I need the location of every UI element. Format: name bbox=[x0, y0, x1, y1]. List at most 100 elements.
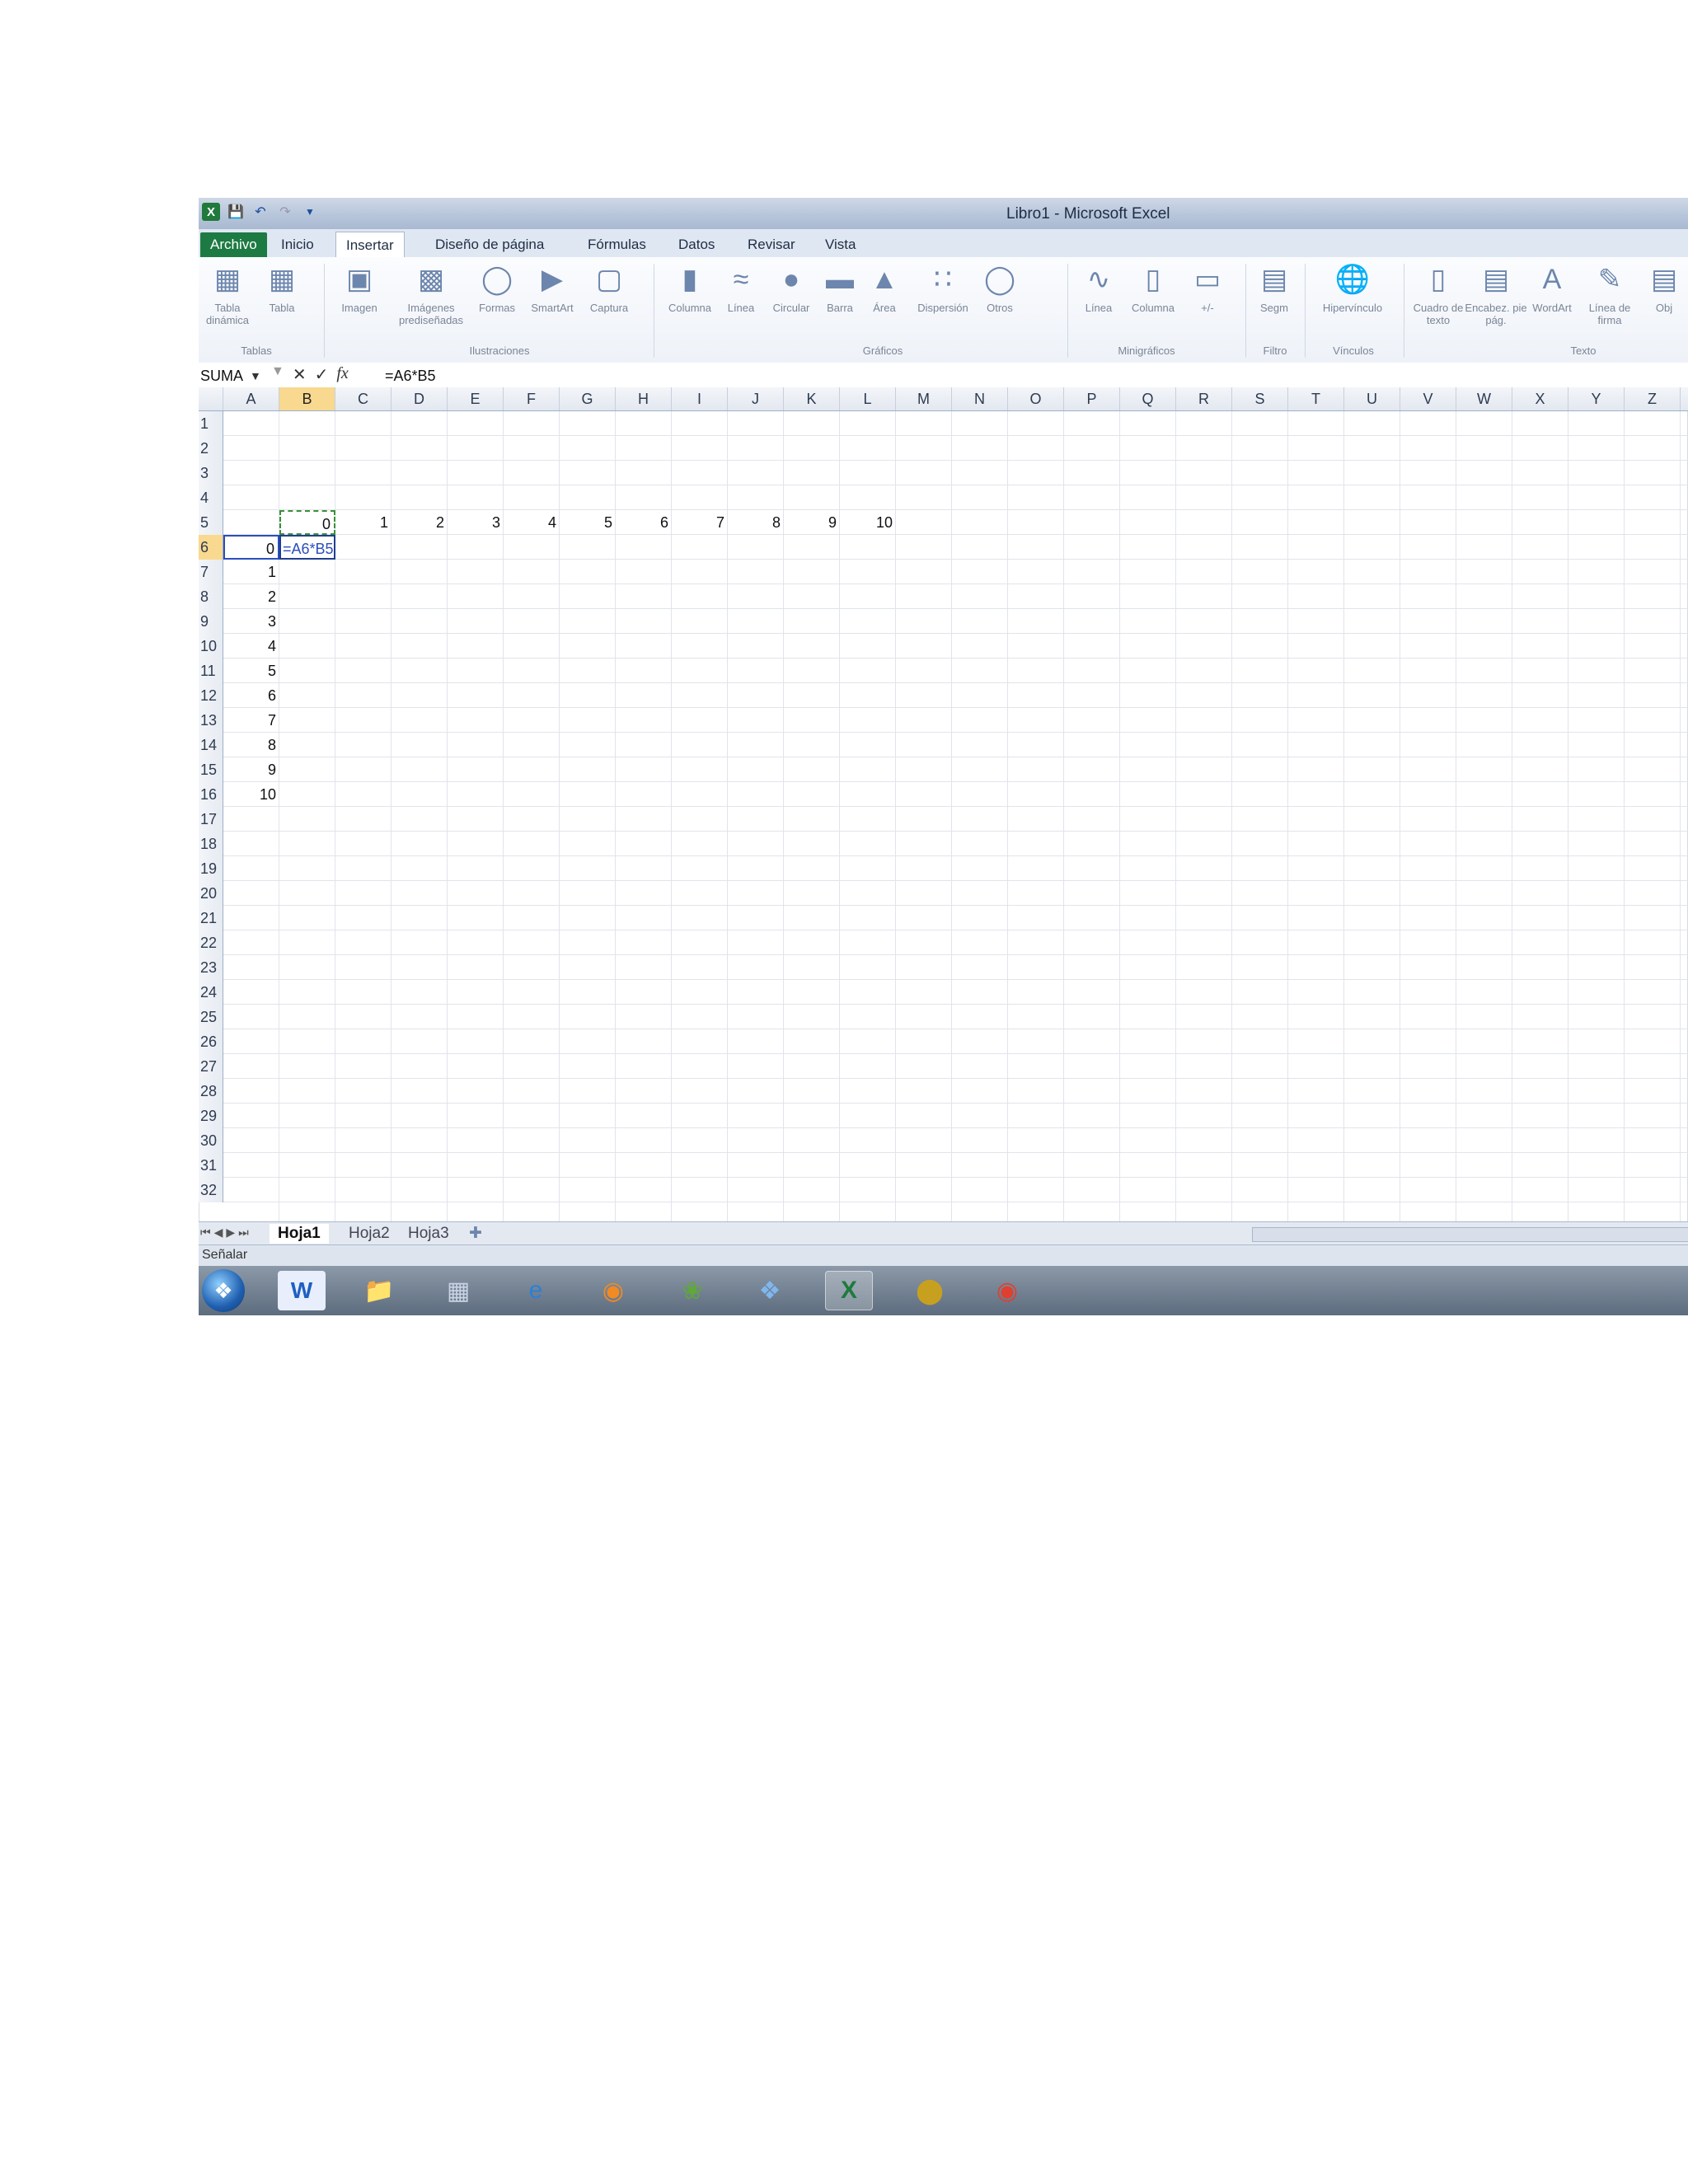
cell-a11[interactable]: 5 bbox=[223, 658, 279, 683]
row-header[interactable]: 13 bbox=[199, 708, 223, 733]
clipart-button[interactable]: ▩ Imágenes prediseñadas bbox=[390, 260, 472, 326]
row-header[interactable]: 5 bbox=[199, 510, 223, 535]
cell-h5[interactable]: 6 bbox=[616, 510, 672, 535]
column-header-b[interactable]: B bbox=[279, 387, 335, 410]
tab-inicio[interactable]: Inicio bbox=[271, 233, 324, 256]
word-icon[interactable]: W bbox=[278, 1271, 326, 1310]
slicer-button[interactable]: ▤ Segm bbox=[1249, 260, 1300, 314]
select-all-corner[interactable] bbox=[199, 387, 223, 410]
textbox-button[interactable]: ▯ Cuadro de texto bbox=[1407, 260, 1470, 326]
other-charts-button[interactable]: ◯ Otros bbox=[975, 260, 1025, 314]
column-header-g[interactable]: G bbox=[560, 387, 616, 410]
row-header[interactable]: 12 bbox=[199, 683, 223, 708]
row-header[interactable]: 32 bbox=[199, 1178, 223, 1202]
column-header-o[interactable]: O bbox=[1008, 387, 1064, 410]
hyperlink-button[interactable]: 🌐 Hipervínculo bbox=[1308, 260, 1397, 314]
column-header-p[interactable]: P bbox=[1064, 387, 1120, 410]
insert-function-icon[interactable]: fx bbox=[336, 364, 348, 385]
column-header-r[interactable]: R bbox=[1176, 387, 1232, 410]
area-chart-button[interactable]: ▲ Área bbox=[860, 260, 909, 315]
undo-icon[interactable]: ↶ bbox=[251, 203, 270, 221]
object-button[interactable]: ▤ Obj bbox=[1639, 260, 1688, 314]
row-header[interactable]: 18 bbox=[199, 832, 223, 856]
cell-g5[interactable]: 5 bbox=[560, 510, 616, 535]
cell-j5[interactable]: 8 bbox=[728, 510, 784, 535]
tab-diseno-de-pagina[interactable]: Diseño de página bbox=[425, 233, 554, 256]
row-header[interactable]: 7 bbox=[199, 560, 223, 584]
column-header-k[interactable]: K bbox=[784, 387, 840, 410]
row-header[interactable]: 25 bbox=[199, 1005, 223, 1029]
customize-qat-icon[interactable]: ▼ bbox=[301, 203, 319, 221]
column-header-d[interactable]: D bbox=[392, 387, 448, 410]
function-dropdown-icon[interactable]: ▼ bbox=[271, 364, 284, 385]
row-header[interactable]: 10 bbox=[199, 634, 223, 658]
row-header[interactable]: 23 bbox=[199, 955, 223, 980]
row-header[interactable]: 1 bbox=[199, 411, 223, 436]
row-header[interactable]: 24 bbox=[199, 980, 223, 1005]
insert-sheet-icon[interactable]: ✚ bbox=[461, 1224, 490, 1244]
pie-chart-button[interactable]: ● Circular bbox=[762, 260, 820, 315]
row-header[interactable]: 15 bbox=[199, 757, 223, 782]
row-header[interactable]: 17 bbox=[199, 807, 223, 832]
media-icon[interactable]: ◉ bbox=[589, 1271, 637, 1310]
sparkline-line-button[interactable]: ∿ Línea bbox=[1072, 260, 1125, 314]
row-header[interactable]: 22 bbox=[199, 930, 223, 955]
pivot-table-button[interactable]: ▦ Tabla dinámica bbox=[199, 260, 256, 326]
column-header-w[interactable]: W bbox=[1456, 387, 1512, 410]
row-header[interactable]: 19 bbox=[199, 856, 223, 881]
column-header-j[interactable]: J bbox=[728, 387, 784, 410]
dropbox-icon[interactable]: ❖ bbox=[746, 1271, 794, 1310]
row-header[interactable]: 3 bbox=[199, 461, 223, 485]
formula-input[interactable]: =A6*B5 bbox=[385, 366, 436, 386]
column-chart-button[interactable]: ▮ Columna bbox=[659, 260, 721, 314]
excel-icon[interactable]: X bbox=[825, 1271, 873, 1310]
column-header-e[interactable]: E bbox=[448, 387, 504, 410]
chrome-icon[interactable]: ◉ bbox=[983, 1271, 1031, 1310]
column-header-u[interactable]: U bbox=[1344, 387, 1400, 410]
column-header-v[interactable]: V bbox=[1400, 387, 1456, 410]
cell-k5[interactable]: 9 bbox=[784, 510, 840, 535]
sheet-tab-hoja1[interactable]: Hoja1 bbox=[270, 1224, 329, 1244]
row-header[interactable]: 14 bbox=[199, 733, 223, 757]
active-cell-b6[interactable]: =A6*B5 bbox=[279, 535, 335, 560]
row-header[interactable]: 31 bbox=[199, 1153, 223, 1178]
row-header[interactable]: 29 bbox=[199, 1104, 223, 1128]
cell-c5[interactable]: 1 bbox=[335, 510, 392, 535]
tab-formulas[interactable]: Fórmulas bbox=[578, 233, 656, 256]
line-chart-button[interactable]: ≈ Línea bbox=[716, 260, 766, 315]
cell-a15[interactable]: 9 bbox=[223, 757, 279, 782]
tab-vista[interactable]: Vista bbox=[815, 233, 866, 256]
row-header[interactable]: 8 bbox=[199, 584, 223, 609]
row-header[interactable]: 26 bbox=[199, 1029, 223, 1054]
row-header[interactable]: 9 bbox=[199, 609, 223, 634]
cell-i5[interactable]: 7 bbox=[672, 510, 728, 535]
image-button[interactable]: ▣ Imagen bbox=[331, 260, 388, 314]
ie-icon[interactable]: e bbox=[512, 1271, 560, 1310]
row-header[interactable]: 11 bbox=[199, 658, 223, 683]
cell-a12[interactable]: 6 bbox=[223, 683, 279, 708]
cancel-icon[interactable]: ✕ bbox=[293, 364, 307, 385]
column-header-a[interactable]: A bbox=[223, 387, 279, 410]
column-header-y[interactable]: Y bbox=[1568, 387, 1625, 410]
sheet-tab-hoja2[interactable]: Hoja2 bbox=[340, 1224, 398, 1244]
row-header[interactable]: 20 bbox=[199, 881, 223, 906]
explorer-icon[interactable]: 📁 bbox=[355, 1271, 403, 1310]
redo-icon[interactable]: ↷ bbox=[276, 203, 294, 221]
sparkline-winloss-button[interactable]: ▭ +/- bbox=[1184, 260, 1231, 314]
column-header-m[interactable]: M bbox=[896, 387, 952, 410]
start-button-icon[interactable]: ❖ bbox=[202, 1269, 245, 1312]
row-header[interactable]: 2 bbox=[199, 436, 223, 461]
cell-a16[interactable]: 10 bbox=[223, 782, 279, 807]
column-header-t[interactable]: T bbox=[1288, 387, 1344, 410]
cell-a7[interactable]: 1 bbox=[223, 560, 279, 584]
column-header-l[interactable]: L bbox=[840, 387, 896, 410]
egg-icon[interactable]: ⬤ bbox=[906, 1271, 954, 1310]
cell-a8[interactable]: 2 bbox=[223, 584, 279, 609]
sparkline-column-button[interactable]: ▯ Columna bbox=[1120, 260, 1186, 314]
cell-f5[interactable]: 4 bbox=[504, 510, 560, 535]
sheet-tab-hoja3[interactable]: Hoja3 bbox=[400, 1224, 457, 1244]
name-box-dropdown-icon[interactable]: ▼ bbox=[250, 366, 261, 386]
smartart-button[interactable]: ▶ SmartArt bbox=[522, 260, 583, 314]
column-header-s[interactable]: S bbox=[1232, 387, 1288, 410]
header-footer-button[interactable]: ▤ Encabez. pie pág. bbox=[1465, 260, 1527, 326]
